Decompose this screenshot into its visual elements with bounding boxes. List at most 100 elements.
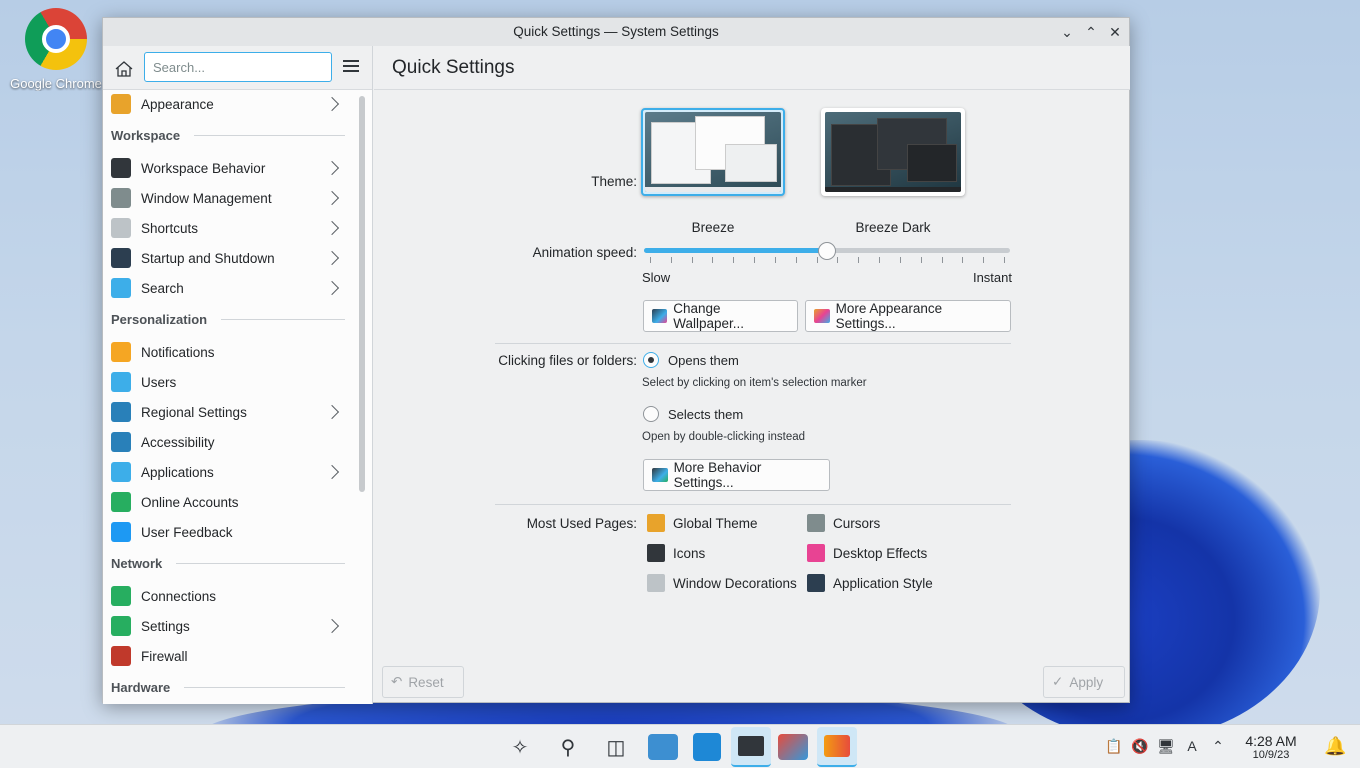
checkmark-icon: ✓ xyxy=(1052,674,1064,689)
section-label: Network xyxy=(111,555,163,571)
reset-button[interactable]: ↶ Reset xyxy=(382,666,464,698)
sidebar-item-workspace-behavior[interactable]: Workspace Behavior xyxy=(103,153,349,183)
slider-tick xyxy=(837,257,839,263)
section-label: Hardware xyxy=(111,679,171,695)
window-titlebar[interactable]: Quick Settings — System Settings ⌄ ⌃ ✕ xyxy=(103,18,1129,46)
change-wallpaper-label: Change Wallpaper... xyxy=(673,301,744,331)
clock[interactable]: 4:28 AM 10/9/23 xyxy=(1232,733,1310,761)
separator xyxy=(495,504,1011,505)
sidebar-item-connections[interactable]: Connections xyxy=(103,581,349,611)
sidebar-item-shortcuts[interactable]: Shortcuts xyxy=(103,213,349,243)
sidebar-item-window-management[interactable]: Window Management xyxy=(103,183,349,213)
apply-label: Apply xyxy=(1069,674,1104,690)
startup-icon xyxy=(111,248,131,268)
slider-tick xyxy=(754,257,756,263)
radio-selects-them[interactable] xyxy=(643,406,659,422)
slider-tick xyxy=(879,257,881,263)
online-accounts-icon xyxy=(111,492,131,512)
opens-them-hint: Select by clicking on item's selection m… xyxy=(642,377,867,389)
more-behavior-settings-button[interactable]: More Behavior Settings... xyxy=(643,459,830,491)
sidebar-item-firewall[interactable]: Firewall xyxy=(103,641,349,671)
search-icon xyxy=(111,278,131,298)
behavior-icon xyxy=(652,468,668,482)
desktop-icon-chrome[interactable]: Google Chrome xyxy=(6,8,106,91)
maximize-button[interactable]: ⌃ xyxy=(1083,18,1099,46)
slider-tick xyxy=(774,257,776,263)
chevron-right-icon xyxy=(324,404,340,420)
clicking-files-label: Clicking files or folders: xyxy=(498,353,637,368)
slider-tick xyxy=(733,257,735,263)
app-icon[interactable] xyxy=(778,734,808,760)
slider-handle[interactable] xyxy=(818,242,836,260)
sidebar-item-settings[interactable]: Settings xyxy=(103,611,349,641)
minimize-button[interactable]: ⌄ xyxy=(1059,18,1075,46)
sidebar-item-applications[interactable]: Applications xyxy=(103,457,349,487)
most-used-cursors[interactable]: Cursors xyxy=(807,514,880,532)
most-used-application-style[interactable]: Application Style xyxy=(807,574,933,592)
most-used-desktop-effects[interactable]: Desktop Effects xyxy=(807,544,927,562)
app-launcher-icon[interactable]: ✧ xyxy=(504,731,536,763)
section-header-workspace: Workspace xyxy=(111,120,345,150)
sidebar-item-appearance[interactable]: Appearance xyxy=(103,90,349,119)
clipboard-icon[interactable]: 📋 xyxy=(1105,737,1123,755)
desktop-icon-label: Google Chrome xyxy=(10,76,102,91)
apply-button[interactable]: ✓ Apply xyxy=(1043,666,1125,698)
most-used-icons[interactable]: Icons xyxy=(647,544,705,562)
wallpaper-icon xyxy=(652,309,668,323)
theme-breeze-label: Breeze xyxy=(691,220,735,235)
bag-app-icon[interactable] xyxy=(817,727,857,767)
theme-breeze-dark[interactable] xyxy=(821,108,965,196)
slider-tick xyxy=(691,257,693,263)
muted-volume-icon[interactable]: 🔇 xyxy=(1131,737,1149,755)
sidebar-item-label: Window Management xyxy=(141,190,272,206)
sidebar-item-regional-settings[interactable]: Regional Settings xyxy=(103,397,349,427)
applications-icon xyxy=(111,462,131,482)
window-management-icon xyxy=(111,188,131,208)
sidebar-item-user-feedback[interactable]: User Feedback xyxy=(103,517,349,547)
sidebar-item-search[interactable]: Search xyxy=(103,273,349,303)
opens-them-label[interactable]: Opens them xyxy=(668,353,739,368)
sidebar-item-accessibility[interactable]: Accessibility xyxy=(103,427,349,457)
task-view-icon[interactable]: ◫ xyxy=(600,731,632,763)
sidebar-item-notifications[interactable]: Notifications xyxy=(103,337,349,367)
system-settings-taskbar-icon[interactable] xyxy=(731,727,771,767)
theme-breeze[interactable] xyxy=(641,108,785,196)
most-used-label: Desktop Effects xyxy=(833,545,928,561)
users-icon xyxy=(111,372,131,392)
file-manager-icon[interactable] xyxy=(648,734,678,760)
radio-opens-them[interactable] xyxy=(643,352,659,368)
sidebar-list: Appearance Workspace Workspace Behavior Win… xyxy=(103,90,353,704)
slider-tick xyxy=(858,257,860,263)
search-input[interactable] xyxy=(144,52,332,82)
sidebar-item-label: Applications xyxy=(141,464,214,480)
store-icon[interactable] xyxy=(693,733,721,761)
most-used-window-decorations[interactable]: Window Decorations xyxy=(647,574,797,592)
clock-time: 4:28 AM xyxy=(1245,733,1297,749)
display-icon[interactable]: 🖥 xyxy=(1157,737,1175,755)
section-label: Personalization xyxy=(111,311,208,327)
close-button[interactable]: ✕ xyxy=(1107,18,1123,46)
sidebar-item-startup-and-shutdown[interactable]: Startup and Shutdown xyxy=(103,243,349,273)
more-appearance-settings-button[interactable]: More Appearance Settings... xyxy=(805,300,1011,332)
sidebar: Appearance Workspace Workspace Behavior Win… xyxy=(103,46,373,704)
selects-them-label[interactable]: Selects them xyxy=(668,407,743,422)
most-used-global-theme[interactable]: Global Theme xyxy=(647,514,758,532)
hamburger-menu-button[interactable] xyxy=(341,57,361,77)
sidebar-scrollbar[interactable] xyxy=(359,96,365,492)
chevron-up-icon[interactable]: ⌃ xyxy=(1209,737,1227,755)
icons-icon xyxy=(647,544,665,562)
sidebar-item-users[interactable]: Users xyxy=(103,367,349,397)
slider-max-label: Instant xyxy=(972,270,1012,285)
change-wallpaper-button[interactable]: Change Wallpaper... xyxy=(643,300,798,332)
section-label: Workspace xyxy=(111,127,181,143)
input-method-icon[interactable]: A xyxy=(1183,737,1201,755)
search-icon[interactable]: ⚲ xyxy=(552,731,584,763)
globe-icon xyxy=(111,586,131,606)
home-icon[interactable] xyxy=(113,58,135,80)
notifications-bell-icon[interactable]: 🔔 xyxy=(1324,737,1346,755)
sidebar-item-online-accounts[interactable]: Online Accounts xyxy=(103,487,349,517)
window-title: Quick Settings — System Settings xyxy=(513,24,719,39)
animation-speed-slider[interactable] xyxy=(644,242,1010,268)
firewall-icon xyxy=(111,646,131,666)
sidebar-item-label: Search xyxy=(141,280,184,296)
